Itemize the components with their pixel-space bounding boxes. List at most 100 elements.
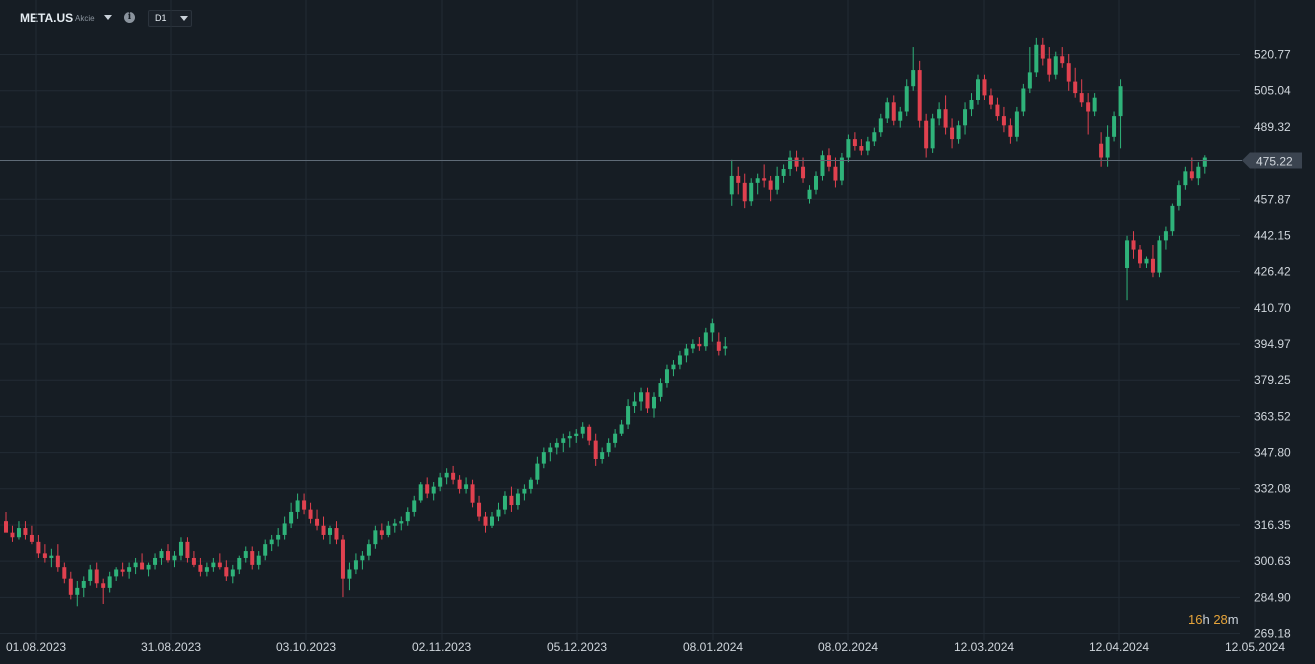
y-tick-label: 363.52 [1254, 409, 1291, 423]
candle-body [379, 530, 384, 535]
candle-body [315, 518, 320, 526]
candle-body [930, 118, 935, 149]
candle-body [885, 102, 890, 119]
candle-body [937, 109, 942, 119]
candle-body [1183, 171, 1188, 186]
candle-body [438, 477, 443, 487]
candle-body [794, 157, 799, 167]
countdown-hours: 16 [1188, 612, 1203, 627]
candle-body [859, 146, 864, 151]
candle-body [606, 442, 611, 453]
candle-body [457, 479, 462, 489]
candle-body [1066, 63, 1071, 82]
candle-body [1027, 72, 1032, 89]
x-tick-label: 12.05.2024 [1225, 640, 1285, 654]
candle-body [1060, 56, 1065, 64]
candle-body [645, 392, 650, 409]
candle-body [1125, 240, 1130, 268]
candle-body [1131, 240, 1136, 250]
candle-body [470, 484, 475, 503]
candle-body [425, 484, 430, 494]
candle-body [969, 99, 974, 110]
candle-body [554, 442, 559, 448]
candle-body [522, 488, 527, 494]
candle-countdown: 16h 28m [1188, 612, 1239, 627]
candle-body [36, 541, 41, 554]
x-tick-label: 01.08.2023 [6, 640, 66, 654]
candle-body [1112, 116, 1117, 137]
candle-body [852, 139, 857, 147]
candle-body [114, 569, 119, 577]
candle-body [865, 141, 870, 151]
candle-body [185, 541, 190, 558]
candle-body [587, 426, 592, 441]
x-tick-label: 08.01.2024 [683, 640, 743, 654]
candle-body [224, 567, 229, 577]
candle-body [950, 127, 955, 140]
candle-body [736, 175, 741, 183]
candle-body [75, 587, 80, 595]
candle-body [120, 569, 125, 572]
candle-body [62, 567, 67, 579]
x-tick-label: 12.03.2024 [954, 640, 1014, 654]
candle-body [515, 493, 520, 506]
candle-body [178, 541, 183, 556]
candle-body [632, 401, 637, 407]
candle-body [639, 392, 644, 402]
candle-body [347, 569, 352, 579]
candle-body [250, 551, 255, 565]
candle-body [1170, 205, 1175, 232]
candle-body [295, 500, 300, 512]
candle-body [302, 500, 307, 510]
y-axis: 520.77 505.04 489.32 457.87 442.15 426.42 410.… [1254, 48, 1291, 641]
candle-body [360, 555, 365, 561]
candle-body [878, 118, 883, 133]
price-chart[interactable]: 475.22 520.77 505.04 489.32 457.87 442.15 426… [0, 0, 1315, 664]
candle-body [807, 189, 812, 199]
candle-body [405, 511, 410, 522]
candle-body [23, 528, 28, 535]
candle-body [684, 348, 689, 356]
candle-body [431, 486, 436, 494]
candle-body [729, 175, 734, 195]
y-tick-label: 457.87 [1254, 192, 1291, 206]
candle-body [399, 521, 404, 524]
y-tick-label: 442.15 [1254, 228, 1291, 242]
candle-body [567, 435, 572, 439]
candle-body [561, 438, 566, 443]
candle-body [490, 516, 494, 526]
candle-body [4, 521, 8, 533]
candle-body [386, 525, 391, 535]
candle-body [833, 166, 838, 181]
candle-body [801, 166, 806, 179]
candle-body [340, 539, 345, 579]
candle-body [1099, 143, 1104, 158]
candle-body [963, 109, 968, 126]
candle-body [762, 178, 767, 181]
candle-body [917, 70, 922, 121]
candle-body [237, 557, 242, 570]
candle-body [1138, 249, 1142, 264]
candle-body [502, 495, 507, 510]
candle-body [418, 484, 423, 501]
candle-body [1047, 58, 1052, 75]
candle-body [166, 551, 170, 561]
candle-body [1150, 258, 1155, 273]
candle-body [976, 79, 980, 100]
candle-body [956, 125, 961, 140]
candle-body [671, 364, 676, 370]
candle-body [198, 564, 203, 572]
candle-body [172, 555, 177, 561]
candle-body [652, 396, 656, 409]
candle-body [464, 484, 469, 489]
candle-body [373, 530, 378, 545]
candle-body [1163, 231, 1168, 241]
y-tick-label: 300.63 [1254, 554, 1291, 568]
candle-body [1092, 97, 1097, 112]
candle-body [1001, 116, 1006, 126]
candle-body [898, 111, 903, 121]
y-tick-label: 269.18 [1254, 627, 1291, 641]
candle-body [593, 440, 598, 460]
y-tick-label: 284.90 [1254, 590, 1291, 604]
candle-body [269, 539, 274, 545]
